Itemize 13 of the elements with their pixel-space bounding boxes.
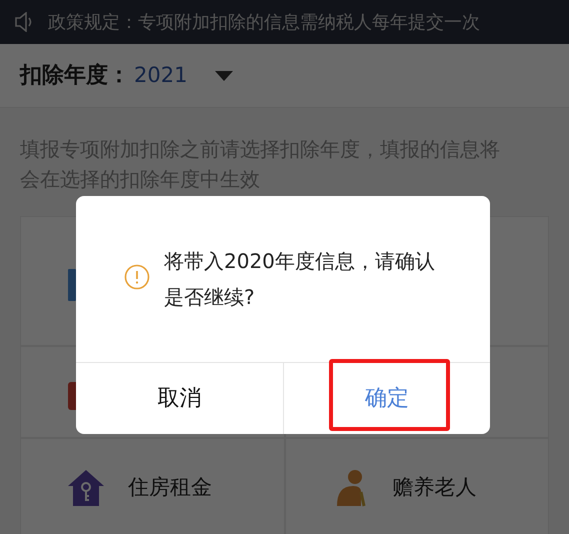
cancel-button[interactable]: 取消 bbox=[76, 363, 282, 434]
dropdown-caret-icon[interactable] bbox=[215, 70, 234, 80]
dialog-message: 将带入2020年度信息，请确认是否继续? bbox=[164, 248, 436, 311]
category-label: 赡养老人 bbox=[392, 474, 476, 502]
confirm-button[interactable]: 确定 bbox=[282, 363, 490, 434]
warning-icon bbox=[124, 264, 150, 290]
year-label: 扣除年度： bbox=[20, 62, 130, 90]
category-card[interactable]: 住房租金 bbox=[20, 438, 284, 534]
category-card[interactable]: 赡养老人 bbox=[284, 438, 549, 534]
house-key-icon bbox=[66, 468, 106, 508]
year-value[interactable]: 2021 bbox=[134, 60, 188, 92]
category-label: 住房租金 bbox=[128, 474, 212, 502]
notice-text: 政策规定：专项附加扣除的信息需纳税人每年提交一次 bbox=[48, 10, 480, 34]
